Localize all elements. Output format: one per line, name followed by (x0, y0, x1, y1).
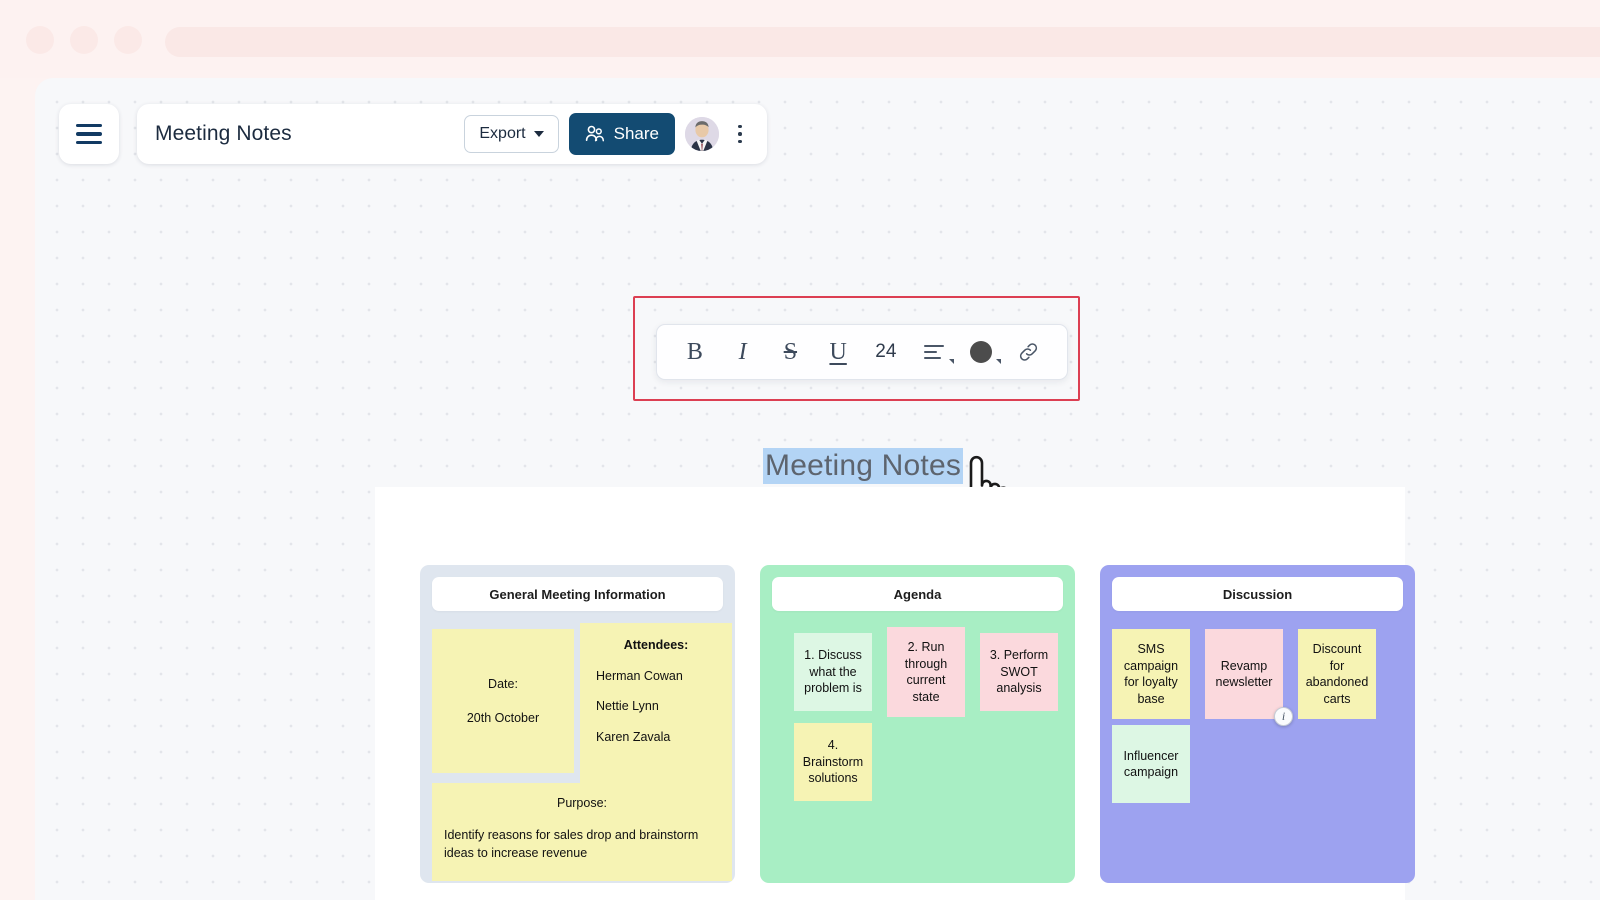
text-color-icon (970, 341, 993, 363)
card-title-agenda: Agenda (772, 577, 1063, 611)
window-maximize-dot[interactable] (114, 26, 142, 54)
card-title-general-meeting-information: General Meeting Information (432, 577, 723, 611)
text-align-button[interactable] (910, 325, 958, 379)
export-label: Export (479, 125, 526, 142)
avatar-photo (685, 117, 719, 151)
note-purpose-label: Purpose: (556, 796, 608, 810)
export-button[interactable]: Export (464, 115, 559, 153)
insert-link-button[interactable] (1005, 325, 1053, 379)
italic-button[interactable]: I (719, 325, 767, 379)
card-title-discussion: Discussion (1112, 577, 1403, 611)
note-agenda-2[interactable]: 2. Run through current state (887, 627, 965, 717)
underline-button[interactable]: U (814, 325, 862, 379)
text-align-left-icon (923, 345, 944, 359)
link-icon (1020, 343, 1038, 361)
attendee-1: Herman Cowan (596, 668, 683, 683)
note-purpose-text: Identify reasons for sales drop and brai… (444, 827, 699, 860)
document-toolbar: Meeting Notes Export Share (137, 104, 767, 164)
document-title[interactable]: Meeting Notes (155, 122, 454, 146)
note-influencer-campaign[interactable]: Influencer campaign (1112, 725, 1190, 803)
attendee-2: Nettie Lynn (596, 699, 659, 713)
bold-button[interactable]: B (671, 325, 719, 379)
card-discussion[interactable]: Discussion SMS campaign for loyalty base… (1100, 565, 1415, 883)
whiteboard-canvas[interactable]: Meeting Notes Export Share B I S U 24 Me… (35, 78, 1600, 900)
chevron-down-icon (948, 359, 954, 364)
chevron-down-icon (996, 359, 1002, 364)
browser-chrome (0, 0, 1600, 78)
more-options-button[interactable] (729, 117, 751, 151)
window-close-dot[interactable] (26, 26, 54, 54)
note-agenda-4[interactable]: 4. Brainstorm solutions (794, 723, 872, 801)
window-minimize-dot[interactable] (70, 26, 98, 54)
attendee-3: Karen Zavala (596, 729, 671, 744)
note-agenda-3[interactable]: 3. Perform SWOT analysis (980, 633, 1058, 711)
share-label: Share (613, 124, 659, 143)
vertical-dots-icon (738, 124, 742, 129)
user-avatar[interactable] (685, 117, 719, 151)
note-date-value: 20th October (466, 711, 540, 725)
note-date-label: Date: (488, 676, 518, 691)
browser-address-bar[interactable] (165, 27, 1600, 57)
card-general-meeting-information[interactable]: General Meeting Information Date: 20th O… (420, 565, 735, 883)
note-info-badge[interactable]: i (1274, 707, 1293, 726)
chevron-down-icon (533, 131, 544, 137)
note-purpose[interactable]: Purpose: Identify reasons for sales drop… (432, 783, 732, 881)
note-attendees[interactable]: Attendees: Herman Cowan Nettie Lynn Kare… (580, 623, 732, 783)
hamburger-menu-icon (76, 123, 102, 145)
note-attendees-label: Attendees: (623, 638, 689, 652)
text-color-button[interactable] (958, 325, 1006, 379)
note-discount-carts[interactable]: Discount for abandoned carts (1298, 629, 1376, 719)
text-format-toolbar: B I S U 24 (656, 324, 1068, 380)
note-revamp-newsletter[interactable]: Revamp newsletter (1205, 629, 1283, 719)
note-date[interactable]: Date: 20th October (432, 629, 574, 773)
board-sheet: General Meeting Information Date: 20th O… (375, 487, 1415, 900)
hamburger-menu-button[interactable] (59, 104, 119, 164)
note-sms-campaign[interactable]: SMS campaign for loyalty base (1112, 629, 1190, 719)
strikethrough-button[interactable]: S (767, 325, 815, 379)
heading-text-selected[interactable]: Meeting Notes (763, 448, 964, 484)
share-button[interactable]: Share (568, 113, 675, 155)
note-agenda-1[interactable]: 1. Discuss what the problem is (794, 633, 872, 711)
font-size-button[interactable]: 24 (862, 325, 910, 379)
card-agenda[interactable]: Agenda 1. Discuss what the problem is 2.… (760, 565, 1075, 883)
people-icon (585, 125, 604, 142)
